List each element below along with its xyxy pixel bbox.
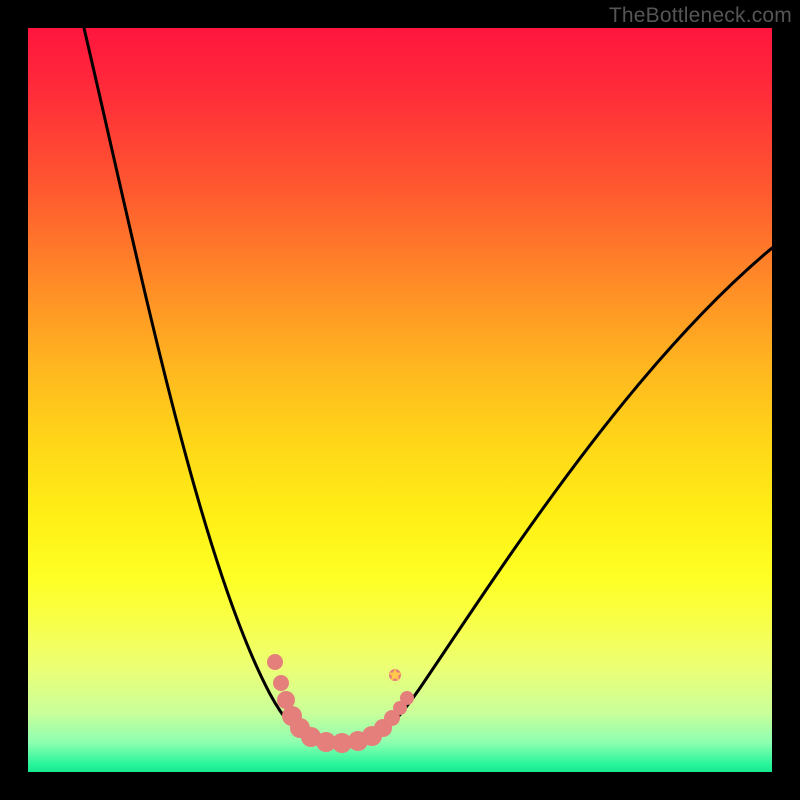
curve-right-curve [376, 248, 772, 736]
watermark-text: TheBottleneck.com [609, 4, 792, 28]
curve-layer [28, 28, 772, 772]
data-marker [267, 654, 283, 670]
curve-left-curve [84, 28, 308, 738]
chart-frame: TheBottleneck.com [0, 0, 800, 800]
plot-area [28, 28, 772, 772]
data-marker [400, 691, 414, 705]
data-marker [273, 675, 289, 691]
